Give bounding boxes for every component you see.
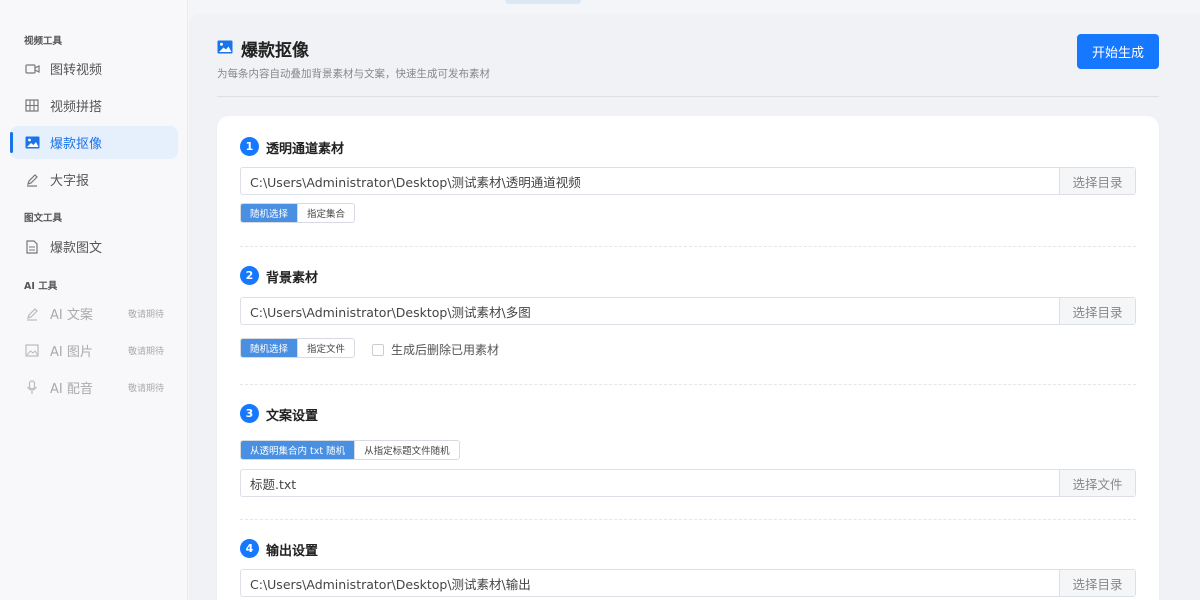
main-panel: 爆款抠像 为每条内容自动叠加背景素材与文案，快速生成可发布素材 开始生成 1 透… (189, 14, 1200, 600)
pen-icon (24, 172, 40, 188)
copy-source-segmented: 从透明集合内 txt 随机 从指定标题文件随机 (240, 440, 460, 460)
page-subtitle: 为每条内容自动叠加背景素材与文案，快速生成可发布素材 (217, 68, 490, 80)
sidebar-item-ai-copy[interactable]: AI 文案 敬请期待 (10, 297, 178, 330)
copy-file-path-field: 标题.txt 选择文件 (240, 469, 1136, 497)
alpha-mode-segmented: 随机选择 指定集合 (240, 203, 356, 223)
section-divider (240, 384, 1136, 385)
sidebar-item-ai-image[interactable]: AI 图片 敬请期待 (10, 334, 178, 367)
step-title-output-settings: 输出设置 (266, 544, 319, 559)
sidebar-item-big-poster[interactable]: 大字报 (10, 163, 178, 196)
section-divider (240, 246, 1136, 247)
sidebar-item-ai-voice[interactable]: AI 配音 敬请期待 (10, 371, 178, 404)
option-random-select[interactable]: 随机选择 (241, 204, 298, 222)
section-title-graphic-tools: 图文工具 (24, 213, 63, 224)
sidebar-item-label: 爆款抠像 (50, 137, 103, 152)
sidebar-item-label: AI 配音 (50, 382, 93, 397)
option-from-alpha-txt[interactable]: 从透明集合内 txt 随机 (241, 441, 355, 459)
path-input[interactable]: C:\Users\Administrator\Desktop\测试素材\透明通道… (241, 172, 1059, 191)
background-mode-segmented: 随机选择 指定文件 (240, 338, 356, 358)
pen-icon (24, 306, 40, 322)
sidebar-item-hot-graphic[interactable]: 爆款图文 (10, 230, 178, 263)
top-drag-handle[interactable] (505, 0, 581, 4)
sidebar-item-keying[interactable]: 爆款抠像 (10, 126, 178, 159)
sidebar-item-label: 爆款图文 (50, 241, 103, 256)
settings-card: 1 透明通道素材 C:\Users\Administrator\Desktop\… (217, 116, 1159, 600)
document-icon (24, 239, 40, 255)
grid-icon (24, 98, 40, 114)
sidebar-item-label: 视频拼搭 (50, 100, 103, 115)
image-icon (24, 343, 40, 359)
step-title-copy-settings: 文案设置 (266, 409, 319, 424)
option-random-select[interactable]: 随机选择 (241, 339, 298, 357)
step-number: 2 (240, 266, 259, 285)
coming-soon-badge: 敬请期待 (127, 347, 164, 357)
start-generate-button[interactable]: 开始生成 (1077, 34, 1159, 69)
path-input[interactable]: 标题.txt (241, 474, 1059, 493)
mic-icon (24, 380, 40, 396)
image-icon (217, 39, 233, 54)
choose-directory-button[interactable]: 选择目录 (1059, 570, 1135, 596)
choose-directory-button[interactable]: 选择目录 (1059, 168, 1135, 194)
delete-used-checkbox[interactable]: 生成后删除已用素材 (372, 341, 499, 358)
coming-soon-badge: 敬请期待 (127, 384, 164, 394)
sidebar-item-video-splice[interactable]: 视频拼搭 (10, 89, 178, 122)
background-material-path-field: C:\Users\Administrator\Desktop\测试素材\多图 选… (240, 297, 1136, 325)
option-specify-file[interactable]: 指定文件 (297, 339, 355, 357)
choose-file-button[interactable]: 选择文件 (1059, 470, 1135, 496)
output-path-field: C:\Users\Administrator\Desktop\测试素材\输出 选… (240, 569, 1136, 597)
video-icon (24, 61, 40, 77)
coming-soon-badge: 敬请期待 (127, 310, 164, 320)
checkbox-label: 生成后删除已用素材 (391, 343, 500, 357)
section-title-ai-tools: AI 工具 (24, 281, 58, 292)
step-title-alpha-material: 透明通道素材 (266, 142, 345, 157)
page-title: 爆款抠像 (241, 41, 309, 61)
alpha-material-path-field: C:\Users\Administrator\Desktop\测试素材\透明通道… (240, 167, 1136, 195)
step-number: 4 (240, 539, 259, 558)
checkbox-box[interactable] (372, 343, 384, 356)
sidebar: 视频工具 图转视频 视频拼搭 爆款抠像 大字报 图文工具 爆款图文 AI 工具 (0, 0, 188, 600)
sidebar-item-label: AI 图片 (50, 345, 93, 360)
path-input[interactable]: C:\Users\Administrator\Desktop\测试素材\输出 (241, 574, 1059, 593)
sidebar-item-label: 图转视频 (50, 63, 103, 78)
choose-directory-button[interactable]: 选择目录 (1059, 298, 1135, 324)
header-divider (217, 96, 1159, 97)
step-number: 3 (240, 404, 259, 423)
section-title-video-tools: 视频工具 (24, 36, 63, 47)
path-input[interactable]: C:\Users\Administrator\Desktop\测试素材\多图 (241, 302, 1059, 321)
sidebar-item-image-to-video[interactable]: 图转视频 (10, 52, 178, 85)
option-specify-collection[interactable]: 指定集合 (297, 204, 355, 222)
section-divider (240, 519, 1136, 520)
step-title-background-material: 背景素材 (266, 271, 319, 286)
sidebar-item-label: AI 文案 (50, 308, 93, 323)
sidebar-item-label: 大字报 (50, 174, 90, 189)
option-from-title-file[interactable]: 从指定标题文件随机 (354, 441, 459, 459)
step-number: 1 (240, 137, 259, 156)
image-icon (24, 135, 40, 151)
